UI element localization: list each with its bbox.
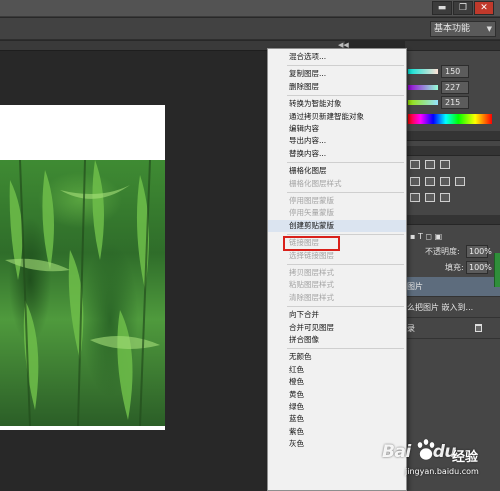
menu-item: 选择链接图层 <box>289 250 334 260</box>
menu-item[interactable]: 删除图层 <box>268 81 406 93</box>
threshold-icon[interactable] <box>425 193 435 202</box>
bamboo-leaves-image <box>5 160 160 426</box>
lock-icon <box>475 324 482 332</box>
layer-name: 录 <box>407 324 415 333</box>
menu-item[interactable]: 无颜色 <box>268 351 406 363</box>
menu-item[interactable]: 拼合图像 <box>268 334 406 346</box>
invert-icon[interactable] <box>410 193 420 202</box>
color-r-value[interactable]: 150 <box>441 65 469 78</box>
menu-item[interactable]: 蓝色 <box>268 413 406 425</box>
baidu-jingyan-watermark: Bai du 经验 jingyan.baidu.com <box>382 434 500 491</box>
fill-label: 填充: <box>445 263 464 272</box>
color-r-row: 150 <box>405 65 500 79</box>
menu-item[interactable]: 合并可见图层 <box>268 322 406 334</box>
jingyan-text: 经验 <box>452 450 479 465</box>
fill-input[interactable]: 100% <box>466 261 492 274</box>
brightness-contrast-icon[interactable] <box>410 160 420 169</box>
menu-item[interactable]: 绿色 <box>268 401 406 413</box>
menu-item[interactable]: 红色 <box>268 364 406 376</box>
menu-item[interactable]: 通过拷贝新建智能对象 <box>268 111 406 123</box>
menu-separator <box>287 264 404 265</box>
scrollbar-highlight <box>494 253 500 287</box>
watermark-url: jingyan.baidu.com <box>405 467 479 476</box>
bamboo-photo-layer[interactable] <box>0 160 165 426</box>
menu-item[interactable]: 创建剪贴蒙版 <box>268 219 406 232</box>
layer-row[interactable]: 么把图片 嵌入到... <box>405 298 500 318</box>
opacity-label: 不透明度: <box>425 247 460 256</box>
menu-separator <box>287 65 404 67</box>
menu-item[interactable]: 复制图层... <box>268 68 406 80</box>
menu-separator <box>287 348 404 350</box>
menu-separator <box>287 95 404 97</box>
menu-item[interactable]: 混合选项... <box>268 51 406 63</box>
minimize-button[interactable]: ▬ <box>432 1 452 15</box>
color-b-value[interactable]: 215 <box>441 96 469 109</box>
color-b-slider[interactable] <box>408 100 438 105</box>
baidu-paw-icon <box>417 438 435 461</box>
color-g-row: 227 <box>405 81 500 95</box>
restore-button[interactable]: ❐ <box>453 1 473 15</box>
color-g-value[interactable]: 227 <box>441 81 469 94</box>
adjustments-panel-header <box>405 146 500 156</box>
color-r-slider[interactable] <box>408 69 438 74</box>
workspace-label: 基本功能 <box>434 24 471 34</box>
menu-item[interactable]: 栅格化图层 <box>268 165 406 177</box>
close-button[interactable]: ✕ <box>474 1 494 15</box>
layer-name: 图片 <box>407 282 423 291</box>
color-lookup-icon[interactable] <box>455 177 465 186</box>
menu-item: 栅格化图层样式 <box>289 178 342 188</box>
menu-item[interactable]: 橙色 <box>268 376 406 388</box>
menu-separator <box>287 306 404 308</box>
workspace-select[interactable]: 基本功能 ▼ <box>430 21 496 37</box>
menu-item: 清除图层样式 <box>289 292 334 302</box>
menu-item: 停用矢量蒙版 <box>289 208 334 218</box>
vibrance-icon[interactable] <box>410 177 420 186</box>
channel-mixer-icon[interactable] <box>440 177 450 186</box>
gradient-map-icon[interactable] <box>440 193 450 202</box>
menu-item[interactable]: 黄色 <box>268 389 406 401</box>
layer-name: 么把图片 嵌入到... <box>407 303 474 312</box>
minimize-icon: ▬ <box>437 3 447 13</box>
swatches-panel-header <box>405 131 500 141</box>
color-panel-header <box>405 41 500 51</box>
levels-icon[interactable] <box>425 160 435 169</box>
color-b-row: 215 <box>405 96 500 110</box>
menu-item[interactable]: 替换内容... <box>268 148 406 160</box>
layers-panel-header <box>405 215 500 225</box>
menu-separator <box>287 192 404 193</box>
color-balance-icon[interactable] <box>425 177 435 186</box>
menu-item[interactable]: 编辑内容 <box>268 123 406 135</box>
layer-tools-row: ▪ T ◻ ▣ <box>405 229 500 244</box>
close-icon: ✕ <box>480 3 488 13</box>
highlight-annotation-box <box>283 236 340 251</box>
chevron-down-icon: ▼ <box>486 25 492 33</box>
layer-filter-icons[interactable]: ▪ T ◻ ▣ <box>410 229 442 244</box>
options-bar: 基本功能 ▼ <box>0 18 500 40</box>
menu-item: 拷贝图层样式 <box>289 268 334 277</box>
layer-row[interactable]: 图片 <box>405 277 500 297</box>
color-spectrum-bar[interactable] <box>408 114 492 124</box>
menu-item[interactable]: 转换为智能对象 <box>268 98 406 110</box>
color-g-slider[interactable] <box>408 85 438 90</box>
layer-row[interactable]: 录 <box>405 319 500 339</box>
menu-item[interactable]: 向下合并 <box>268 309 406 321</box>
menu-item: 粘贴图层样式 <box>289 280 334 290</box>
menu-separator <box>287 162 404 164</box>
layer-context-menu: 混合选项... 复制图层... 删除图层转换为智能对象 通过拷贝新建智能对象 编辑内容导… <box>267 48 407 491</box>
photoshop-window: ▬ ❐ ✕ 基本功能 ▼ ◀◀ 150 227 215 ▪ T ◻ ▣ 不透明度… <box>0 0 500 491</box>
opacity-input[interactable]: 100% <box>466 245 492 258</box>
fill-row: 填充: 100% <box>405 260 500 275</box>
restore-icon: ❐ <box>458 3 468 13</box>
curves-icon[interactable] <box>440 160 450 169</box>
title-bar: ▬ ❐ ✕ <box>0 0 500 17</box>
menu-item[interactable]: 导出内容... <box>268 135 406 147</box>
menu-item: 停用图层蒙版 <box>289 196 334 205</box>
opacity-row: 不透明度: 100% <box>405 244 500 259</box>
